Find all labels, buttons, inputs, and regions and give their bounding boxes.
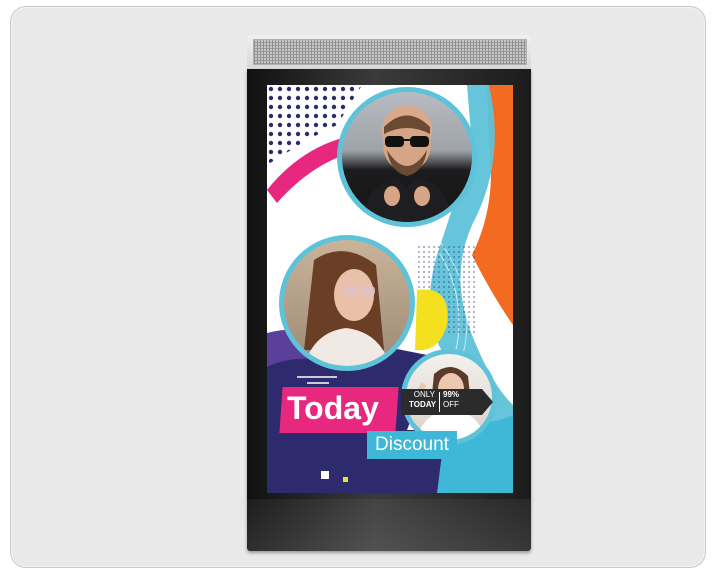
promo-only-today: ONLY TODAY [409, 390, 437, 410]
promo-off-text: OFF [443, 400, 459, 409]
woman-photo [279, 235, 415, 371]
digital-signage-kiosk: Today ONLY TODAY 99% OFF Discount [247, 35, 531, 551]
discount-text: Discount [375, 434, 449, 455]
promo-only-text: ONLY [413, 390, 435, 399]
kiosk-body: Today ONLY TODAY 99% OFF Discount [247, 69, 531, 551]
promo-divider [439, 392, 440, 412]
kiosk-screen: Today ONLY TODAY 99% OFF Discount [267, 85, 513, 493]
kiosk-base-reflection [247, 499, 531, 551]
promo-today-text: TODAY [409, 400, 437, 409]
man-photo [337, 87, 477, 227]
product-card: Today ONLY TODAY 99% OFF Discount [10, 6, 706, 568]
promo-percent-text: 99% [443, 390, 460, 399]
promo-percent-off: 99% OFF [443, 390, 459, 410]
headline-text: Today [287, 390, 379, 426]
kiosk-top-cap [247, 35, 531, 69]
speaker-grille-icon [253, 39, 527, 65]
